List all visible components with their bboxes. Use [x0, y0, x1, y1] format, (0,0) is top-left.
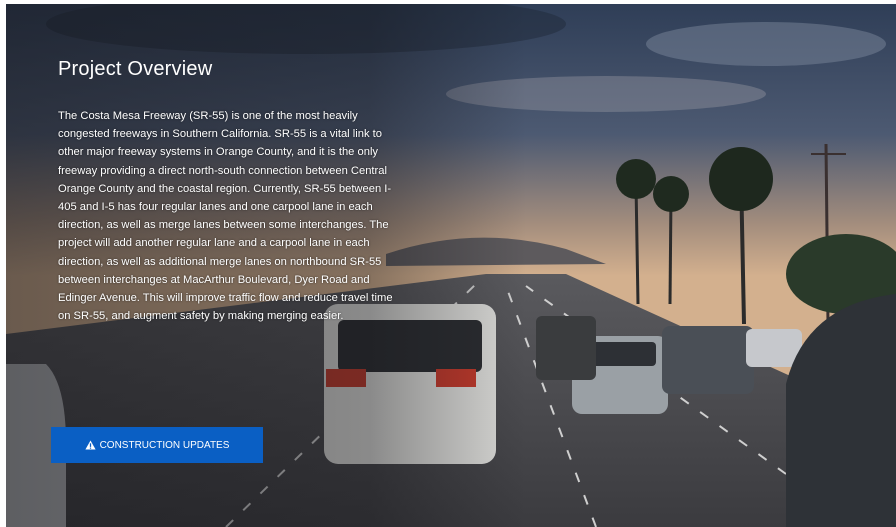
construction-updates-label: CONSTRUCTION UPDATES — [99, 439, 230, 451]
project-description: The Costa Mesa Freeway (SR-55) is one of… — [58, 110, 393, 323]
overview-content: Project Overview The Costa Mesa Freeway … — [58, 58, 398, 325]
section-title: Project Overview — [58, 58, 213, 80]
warning-triangle-icon — [84, 440, 96, 450]
construction-updates-button[interactable]: CONSTRUCTION UPDATES — [51, 427, 263, 463]
